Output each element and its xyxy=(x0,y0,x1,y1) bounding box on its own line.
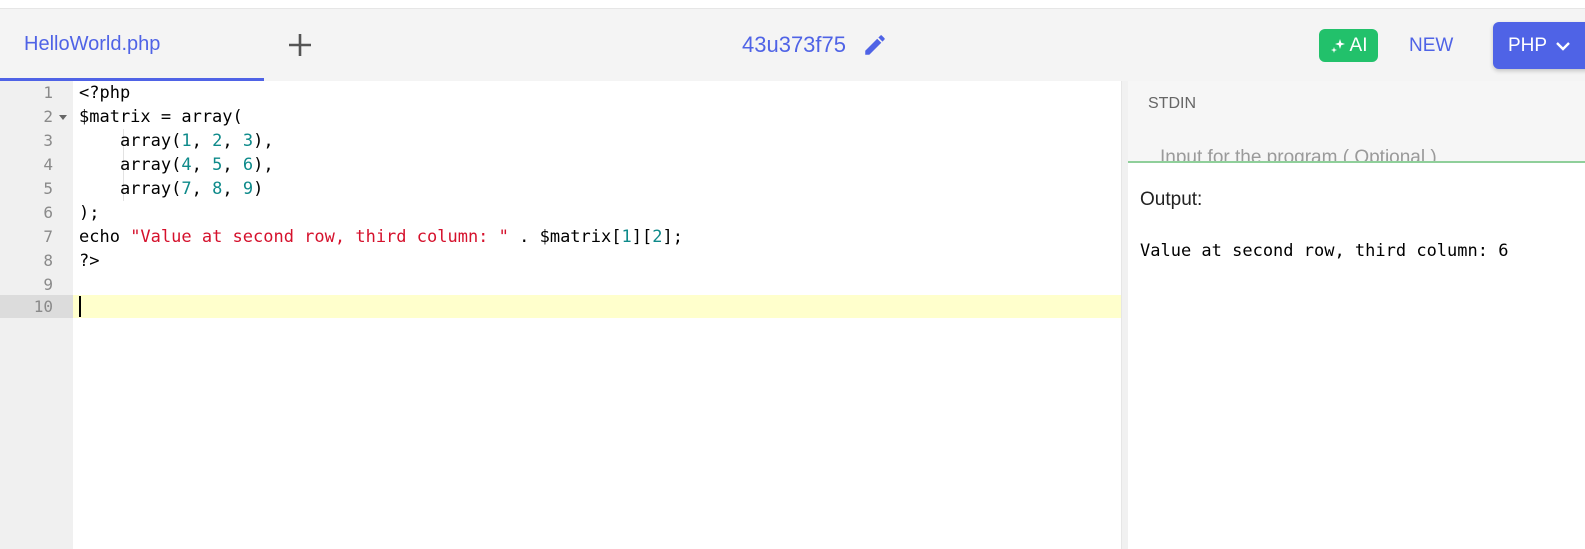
line-number-active: 10 xyxy=(0,295,73,318)
stdin-input[interactable]: Input for the program ( Optional ) xyxy=(1160,147,1437,161)
code-line-6: ); xyxy=(79,203,100,223)
line-number: 2 xyxy=(0,105,73,129)
code-line-8: ?> xyxy=(79,251,100,271)
code-line-5: array(7, 8, 9) xyxy=(79,179,264,199)
stdin-panel: STDIN Input for the program ( Optional ) xyxy=(1128,81,1585,163)
language-label: PHP xyxy=(1508,34,1548,56)
output-text: Value at second row, third column: 6 xyxy=(1140,241,1509,261)
editor-header: HelloWorld.php 43u373f75 AI NEW PHP xyxy=(0,9,1585,81)
project-title: 43u373f75 xyxy=(742,29,888,61)
line-number: 1 xyxy=(43,83,53,102)
output-label: Output: xyxy=(1140,189,1203,210)
text-cursor xyxy=(79,296,81,317)
chevron-down-icon xyxy=(1556,41,1570,51)
panel-resize-handle[interactable] xyxy=(1121,81,1128,549)
file-tab-helloworld[interactable]: HelloWorld.php xyxy=(0,9,264,81)
code-line-7: echo "Value at second row, third column:… xyxy=(79,227,683,247)
new-button[interactable]: NEW xyxy=(1409,35,1453,57)
line-number: 6 xyxy=(43,203,53,222)
line-number: 9 xyxy=(43,275,53,294)
stdin-label: STDIN xyxy=(1148,95,1196,112)
code-line-3: array(1, 2, 3), xyxy=(79,131,274,151)
ai-button-label: AI xyxy=(1349,34,1368,56)
add-file-button[interactable] xyxy=(286,31,314,59)
plus-icon xyxy=(289,34,311,56)
code-area[interactable]: <?php $matrix = array( array(1, 2, 3), a… xyxy=(73,81,1121,549)
project-id: 43u373f75 xyxy=(742,32,846,57)
line-number: 4 xyxy=(43,155,53,174)
file-tab-label: HelloWorld.php xyxy=(24,33,161,55)
code-line-2: $matrix = array( xyxy=(79,107,243,127)
top-strip xyxy=(0,0,1585,9)
pencil-icon[interactable] xyxy=(862,32,888,58)
ai-button[interactable]: AI xyxy=(1319,29,1378,62)
line-number: 7 xyxy=(43,227,53,246)
code-line-4: array(4, 5, 6), xyxy=(79,155,274,175)
active-line-highlight xyxy=(73,295,1121,318)
sparkle-icon xyxy=(1330,38,1345,53)
fold-arrow-icon[interactable] xyxy=(59,115,67,120)
language-select[interactable]: PHP xyxy=(1493,22,1585,69)
io-panel: STDIN Input for the program ( Optional )… xyxy=(1128,81,1585,549)
line-number-gutter: 1 2 3 4 5 6 7 8 9 10 xyxy=(0,81,73,549)
line-number: 8 xyxy=(43,251,53,270)
line-number: 3 xyxy=(43,131,53,150)
line-number: 5 xyxy=(43,179,53,198)
code-editor[interactable]: 1 2 3 4 5 6 7 8 9 10 <?php $matrix = arr… xyxy=(0,81,1121,549)
code-line-1: <?php xyxy=(79,83,131,103)
